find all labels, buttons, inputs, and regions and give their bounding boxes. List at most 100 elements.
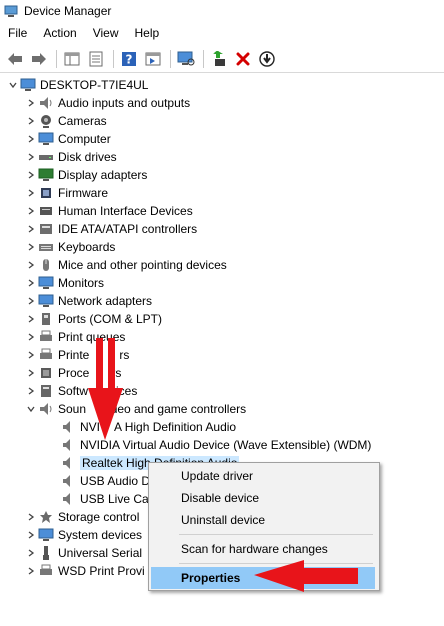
chevron-right-icon[interactable]	[24, 562, 38, 580]
tree-item-software-devices[interactable]: Softw vices	[24, 382, 137, 400]
chevron-right-icon[interactable]	[24, 166, 38, 184]
menu-action[interactable]: Action	[35, 26, 84, 40]
tree-item-hid[interactable]: Human Interface Devices	[24, 202, 193, 220]
tree-item-print-queues[interactable]: Print queues	[24, 328, 125, 346]
help-icon[interactable]: ?	[118, 48, 140, 70]
tree-item-label: Universal Serial	[58, 546, 143, 560]
tree-item-label: Monitors	[58, 276, 105, 290]
tree-item-display-adapters[interactable]: Display adapters	[24, 166, 147, 184]
network-adapter-icon	[38, 293, 54, 309]
chevron-right-icon[interactable]	[24, 364, 38, 382]
tree-item-label: System devices	[58, 528, 143, 542]
properties-icon[interactable]	[85, 48, 107, 70]
tree-item-monitors[interactable]: Monitors	[24, 274, 104, 292]
tree-item-disk-drives[interactable]: Disk drives	[24, 148, 117, 166]
speaker-icon	[60, 455, 76, 471]
tree-item-label: USB Live Ca	[80, 492, 149, 506]
back-arrow-icon[interactable]	[4, 48, 26, 70]
tree-item-label: Printe	[58, 348, 90, 362]
speaker-icon	[60, 437, 76, 453]
speaker-icon	[60, 473, 76, 489]
tree-item-network-adapters[interactable]: Network adapters	[24, 292, 152, 310]
tree-item-computer[interactable]: Computer	[24, 130, 111, 148]
tree-item-nvidia-hd-audio[interactable]: NVI A High Definition Audio	[60, 418, 236, 436]
tree-item-label: Storage control	[58, 510, 140, 524]
tree-item-keyboards[interactable]: Keyboards	[24, 238, 115, 256]
uninstall-icon[interactable]	[232, 48, 254, 70]
chevron-right-icon[interactable]	[24, 238, 38, 256]
disable-device-icon[interactable]	[256, 48, 278, 70]
tree-item-ports[interactable]: Ports (COM & LPT)	[24, 310, 162, 328]
context-update-driver[interactable]: Update driver	[151, 465, 375, 487]
context-disable-device[interactable]: Disable device	[151, 487, 375, 509]
toolbar: ?	[0, 46, 444, 73]
tree-item-sound-video[interactable]: Soun ideo and game controllers	[24, 400, 246, 418]
tree-item-ide-ata[interactable]: IDE ATA/ATAPI controllers	[24, 220, 197, 238]
chevron-right-icon[interactable]	[24, 94, 38, 112]
context-properties[interactable]: Properties	[151, 567, 375, 589]
forward-arrow-icon[interactable]	[28, 48, 50, 70]
tree-item-label: Print queues	[58, 330, 126, 344]
update-driver-icon[interactable]	[208, 48, 230, 70]
tree-item-usb-controllers[interactable]: Universal Serial	[24, 544, 142, 562]
camera-icon	[38, 113, 54, 129]
tree-item-usb-live-camera[interactable]: USB Live Ca	[60, 490, 149, 508]
chevron-right-icon[interactable]	[24, 328, 38, 346]
tree-item-audio-inputs[interactable]: Audio inputs and outputs	[24, 94, 190, 112]
tree-item-firmware[interactable]: Firmware	[24, 184, 108, 202]
chevron-right-icon[interactable]	[24, 292, 38, 310]
ide-controller-icon	[38, 221, 54, 237]
tree-item-cameras[interactable]: Cameras	[24, 112, 107, 130]
chevron-right-icon[interactable]	[24, 310, 38, 328]
chevron-right-icon[interactable]	[24, 508, 38, 526]
tree-item-label: Disk drives	[58, 150, 117, 164]
menu-file[interactable]: File	[0, 26, 35, 40]
tree-item-label-tail: rs	[119, 348, 130, 362]
chevron-right-icon[interactable]	[24, 382, 38, 400]
chevron-down-icon[interactable]	[24, 400, 38, 418]
tree-item-printers[interactable]: Printe rs	[24, 346, 129, 364]
chevron-right-icon[interactable]	[24, 220, 38, 238]
menu-view[interactable]: View	[85, 26, 127, 40]
chevron-right-icon[interactable]	[24, 256, 38, 274]
tree-item-label: Network adapters	[58, 294, 153, 308]
display-adapter-icon	[38, 167, 54, 183]
tree-item-label: NVI	[80, 420, 101, 434]
title-bar: Device Manager	[0, 0, 444, 22]
tree-root[interactable]: DESKTOP-T7IE4UL	[6, 76, 148, 94]
chevron-right-icon[interactable]	[24, 346, 38, 364]
tree-item-usb-audio[interactable]: USB Audio D	[60, 472, 150, 490]
context-uninstall-device[interactable]: Uninstall device	[151, 509, 375, 531]
chevron-right-icon[interactable]	[24, 202, 38, 220]
tree-item-nvidia-virtual[interactable]: NVIDIA Virtual Audio Device (Wave Extens…	[60, 436, 371, 454]
system-devices-icon	[38, 527, 54, 543]
tree-item-storage[interactable]: Storage control	[24, 508, 139, 526]
context-scan-hardware[interactable]: Scan for hardware changes	[151, 538, 375, 560]
action-pane-icon[interactable]	[142, 48, 164, 70]
tree-item-system-devices[interactable]: System devices	[24, 526, 142, 544]
toolbar-separator	[170, 50, 171, 68]
chevron-right-icon[interactable]	[24, 148, 38, 166]
tree-item-label: Keyboards	[58, 240, 116, 254]
tree-item-processors[interactable]: Proce rs	[24, 364, 121, 382]
tree-item-mice[interactable]: Mice and other pointing devices	[24, 256, 227, 274]
chevron-right-icon[interactable]	[24, 184, 38, 202]
chevron-right-icon[interactable]	[24, 274, 38, 292]
context-separator	[179, 534, 373, 535]
chevron-right-icon[interactable]	[24, 130, 38, 148]
chevron-right-icon[interactable]	[24, 526, 38, 544]
tree-item-wsd[interactable]: WSD Print Provi	[24, 562, 145, 580]
mouse-icon	[38, 257, 54, 273]
tree-item-label: Mice and other pointing devices	[58, 258, 227, 272]
tree-item-label-tail: rs	[111, 366, 122, 380]
tree-item-label: Proce	[58, 366, 90, 380]
show-hide-console-tree-icon[interactable]	[61, 48, 83, 70]
monitor-icon	[38, 275, 54, 291]
menu-help[interactable]: Help	[127, 26, 168, 40]
scan-hardware-icon[interactable]	[175, 48, 197, 70]
chevron-right-icon[interactable]	[24, 112, 38, 130]
chevron-down-icon[interactable]	[6, 76, 20, 94]
disk-drive-icon	[38, 149, 54, 165]
chevron-right-icon[interactable]	[24, 544, 38, 562]
monitor-icon	[38, 131, 54, 147]
